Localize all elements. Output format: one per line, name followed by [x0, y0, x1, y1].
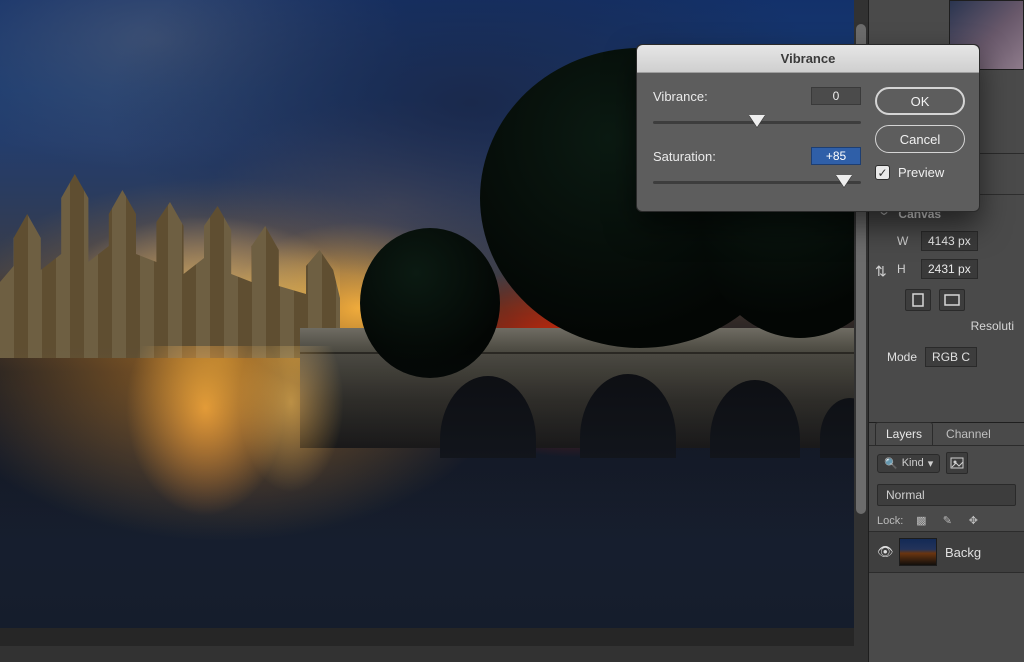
tab-layers[interactable]: Layers [875, 422, 933, 445]
canvas-h-label: H [897, 262, 913, 276]
orientation-landscape-button[interactable] [939, 289, 965, 311]
cancel-button[interactable]: Cancel [875, 125, 965, 153]
layer-filter-kind[interactable]: 🔍 Kind ▾ [877, 454, 940, 473]
layers-panel: Layers Channel 🔍 Kind ▾ Normal Lock: ▩ ✎… [869, 422, 1024, 662]
dialog-titlebar[interactable]: Vibrance [637, 45, 979, 73]
mode-value[interactable]: RGB C [925, 347, 977, 367]
layer-row-background[interactable]: 👁 Backg [869, 531, 1024, 573]
vibrance-slider-knob[interactable] [749, 115, 765, 127]
canvas-h-value[interactable]: 2431 px [921, 259, 978, 279]
tab-channels[interactable]: Channel [935, 422, 1002, 445]
layer-filter-image-button[interactable] [946, 452, 968, 474]
canvas-w-value[interactable]: 4143 px [921, 231, 978, 251]
link-dimensions-icon[interactable]: ⇅ [875, 263, 887, 280]
ok-button[interactable]: OK [875, 87, 965, 115]
resolution-label: Resoluti [971, 319, 1014, 333]
lock-pixels-icon[interactable]: ▩ [913, 514, 929, 527]
orientation-portrait-button[interactable] [905, 289, 931, 311]
preview-label: Preview [898, 165, 944, 180]
lock-move-icon[interactable]: ✥ [965, 514, 981, 527]
layer-thumbnail[interactable] [899, 538, 937, 566]
preview-checkbox[interactable]: ✓ [875, 165, 890, 180]
vibrance-label: Vibrance: [653, 89, 708, 104]
blend-mode-select[interactable]: Normal [877, 484, 1016, 506]
chevron-down-icon: ▾ [928, 457, 934, 470]
saturation-value-input[interactable]: +85 [811, 147, 861, 165]
saturation-slider[interactable] [653, 175, 861, 189]
layer-name[interactable]: Backg [945, 545, 981, 560]
mode-label: Mode [887, 350, 917, 364]
vibrance-value-input[interactable]: 0 [811, 87, 861, 105]
lock-label: Lock: [877, 515, 903, 527]
canvas-w-label: W [897, 234, 913, 248]
saturation-label: Saturation: [653, 149, 716, 164]
layer-visibility-icon[interactable]: 👁 [877, 544, 891, 560]
preview-checkbox-row[interactable]: ✓ Preview [875, 165, 965, 180]
layer-filter-kind-label: Kind [902, 457, 924, 469]
dialog-title: Vibrance [781, 51, 836, 66]
search-icon: 🔍 [884, 457, 898, 470]
vibrance-slider[interactable] [653, 115, 861, 129]
lock-brush-icon[interactable]: ✎ [939, 514, 955, 527]
saturation-slider-knob[interactable] [836, 175, 852, 187]
vibrance-dialog: Vibrance Vibrance: 0 Saturation: +85 [636, 44, 980, 212]
